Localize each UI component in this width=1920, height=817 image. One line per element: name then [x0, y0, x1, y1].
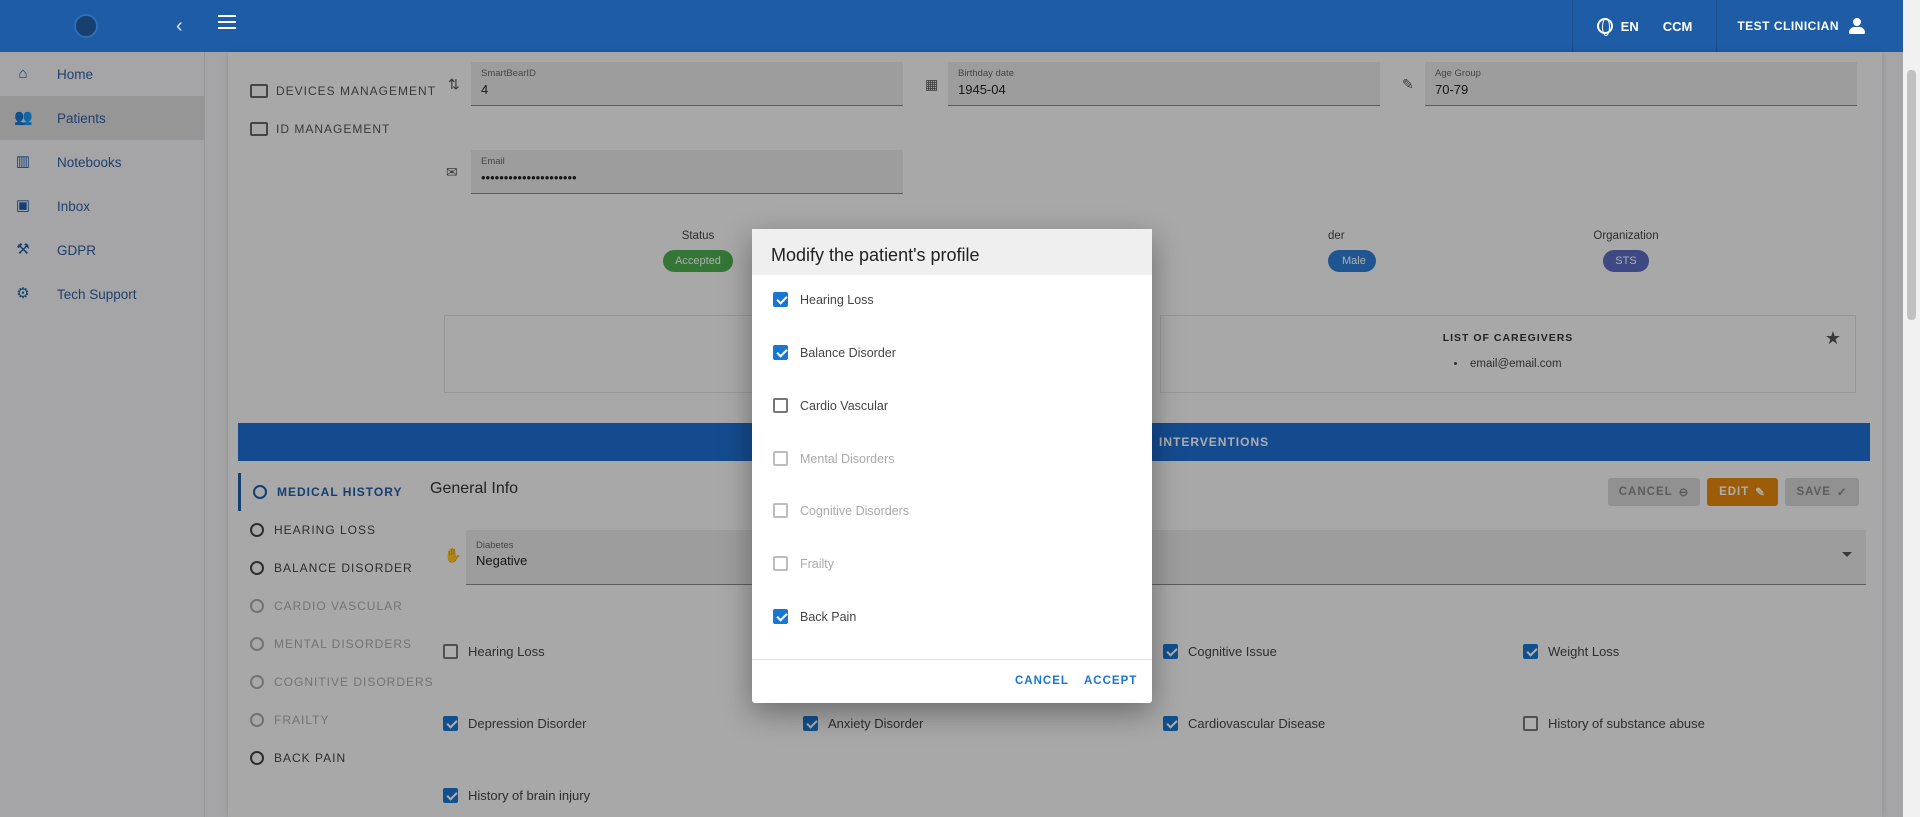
app-logo[interactable]: [74, 14, 98, 38]
checkbox-label: Mental Disorders: [800, 451, 895, 466]
checkbox[interactable]: [773, 345, 788, 360]
option-mental-disorders: Mental Disorders: [773, 451, 894, 466]
checkbox-label: Cognitive Disorders: [800, 503, 910, 518]
option-frailty: Frailty: [773, 556, 834, 571]
user-name: TEST CLINICIAN: [1737, 19, 1839, 33]
checkbox-label: Frailty: [800, 556, 835, 571]
collapse-sidebar-icon[interactable]: ‹: [176, 14, 183, 38]
dialog-cancel-button[interactable]: CANCEL: [1015, 675, 1069, 687]
app-switch-ccm[interactable]: CCM: [1663, 19, 1717, 34]
globe-icon: [1596, 18, 1613, 36]
hamburger-menu-icon[interactable]: [218, 15, 236, 33]
modify-profile-dialog: Modify the patient's profile Hearing Los…: [752, 229, 1152, 703]
top-app-bar: ‹ EN CCM TEST CLINICIAN: [0, 0, 1903, 52]
checkbox-label: Cardio Vascular: [800, 398, 889, 413]
checkbox: [773, 503, 788, 518]
option-cognitive-disorders: Cognitive Disorders: [773, 503, 909, 518]
dialog-divider: [752, 659, 1152, 660]
dialog-title: Modify the patient's profile: [752, 229, 1152, 275]
scrollbar-thumb[interactable]: [1907, 70, 1916, 320]
page-scrollbar[interactable]: [1903, 0, 1920, 817]
dialog-accept-button[interactable]: ACCEPT: [1084, 675, 1137, 687]
option-back-pain[interactable]: Back Pain: [773, 609, 856, 624]
checkbox: [773, 451, 788, 466]
checkbox[interactable]: [773, 292, 788, 307]
option-hearing-loss[interactable]: Hearing Loss: [773, 292, 874, 307]
option-balance-disorder[interactable]: Balance Disorder: [773, 345, 896, 360]
checkbox[interactable]: [773, 398, 788, 413]
account-icon: [1849, 18, 1865, 34]
checkbox-label: Hearing Loss: [800, 292, 874, 307]
checkbox: [773, 556, 788, 571]
user-menu[interactable]: TEST CLINICIAN: [1717, 18, 1903, 34]
checkbox-label: Balance Disorder: [800, 345, 896, 360]
option-cardio-vascular[interactable]: Cardio Vascular: [773, 398, 888, 413]
checkbox-label: Back Pain: [800, 609, 857, 624]
language-label: EN: [1620, 18, 1639, 34]
language-selector[interactable]: EN: [1573, 18, 1663, 36]
checkbox[interactable]: [773, 609, 788, 624]
